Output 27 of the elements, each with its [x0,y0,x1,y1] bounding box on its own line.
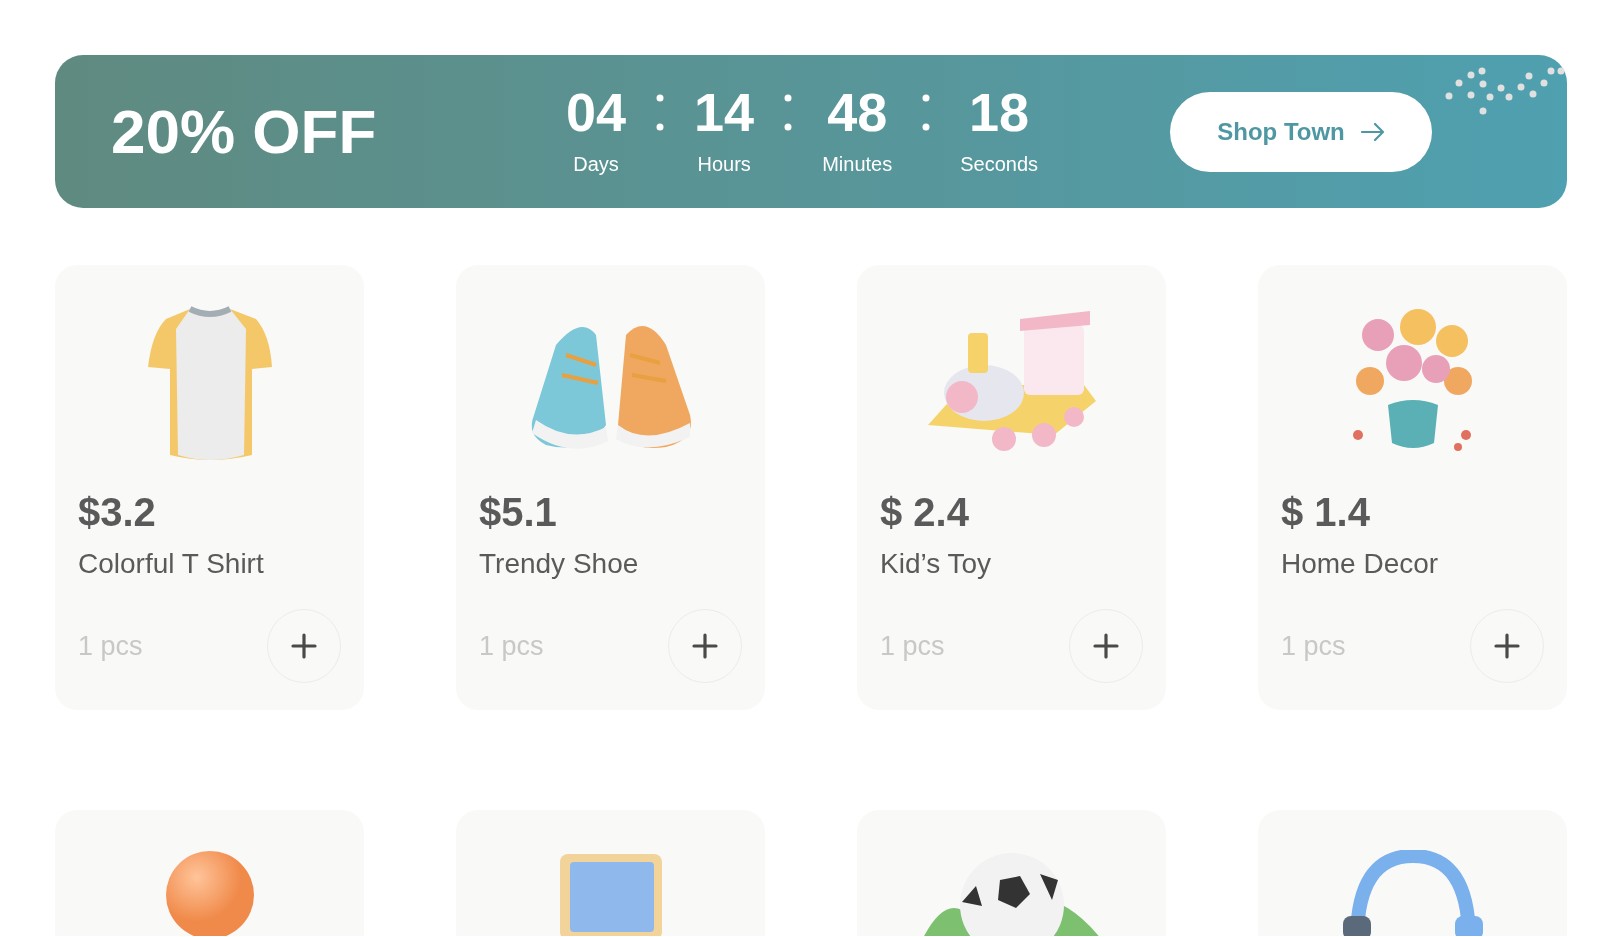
colon-separator-icon [656,92,665,133]
product-price: $5.1 [479,489,558,536]
plus-icon [1494,633,1520,659]
countdown-unit: Minutes [822,151,893,177]
shop-town-button[interactable]: Shop Town [1170,91,1432,172]
countdown-unit: Days [573,151,619,177]
product-name: Home Decor [1281,547,1440,581]
arrow-right-icon [1360,121,1385,142]
countdown-unit: Hours [697,151,751,177]
plus-icon [692,633,718,659]
colon-separator-icon [784,92,793,133]
product-price: $ 2.4 [880,489,970,536]
colon-separator-icon [922,92,931,133]
plus-icon [291,633,317,659]
product-price: $ 1.4 [1281,489,1371,536]
countdown-value: 48 [827,84,888,139]
countdown-value: 04 [566,84,627,139]
discount-headline: 20% OFF [111,96,378,168]
product-name: Trendy Shoe [479,547,640,581]
product-card[interactable] [857,810,1166,936]
plus-icon [1093,633,1119,659]
countdown-value: 14 [694,84,755,139]
product-name: Colorful T Shirt [78,547,265,581]
product-name: Kid’s Toy [880,547,993,581]
product-price: $3.2 [78,489,157,536]
countdown-value: 18 [969,84,1030,139]
countdown-unit: Seconds [960,151,1039,177]
